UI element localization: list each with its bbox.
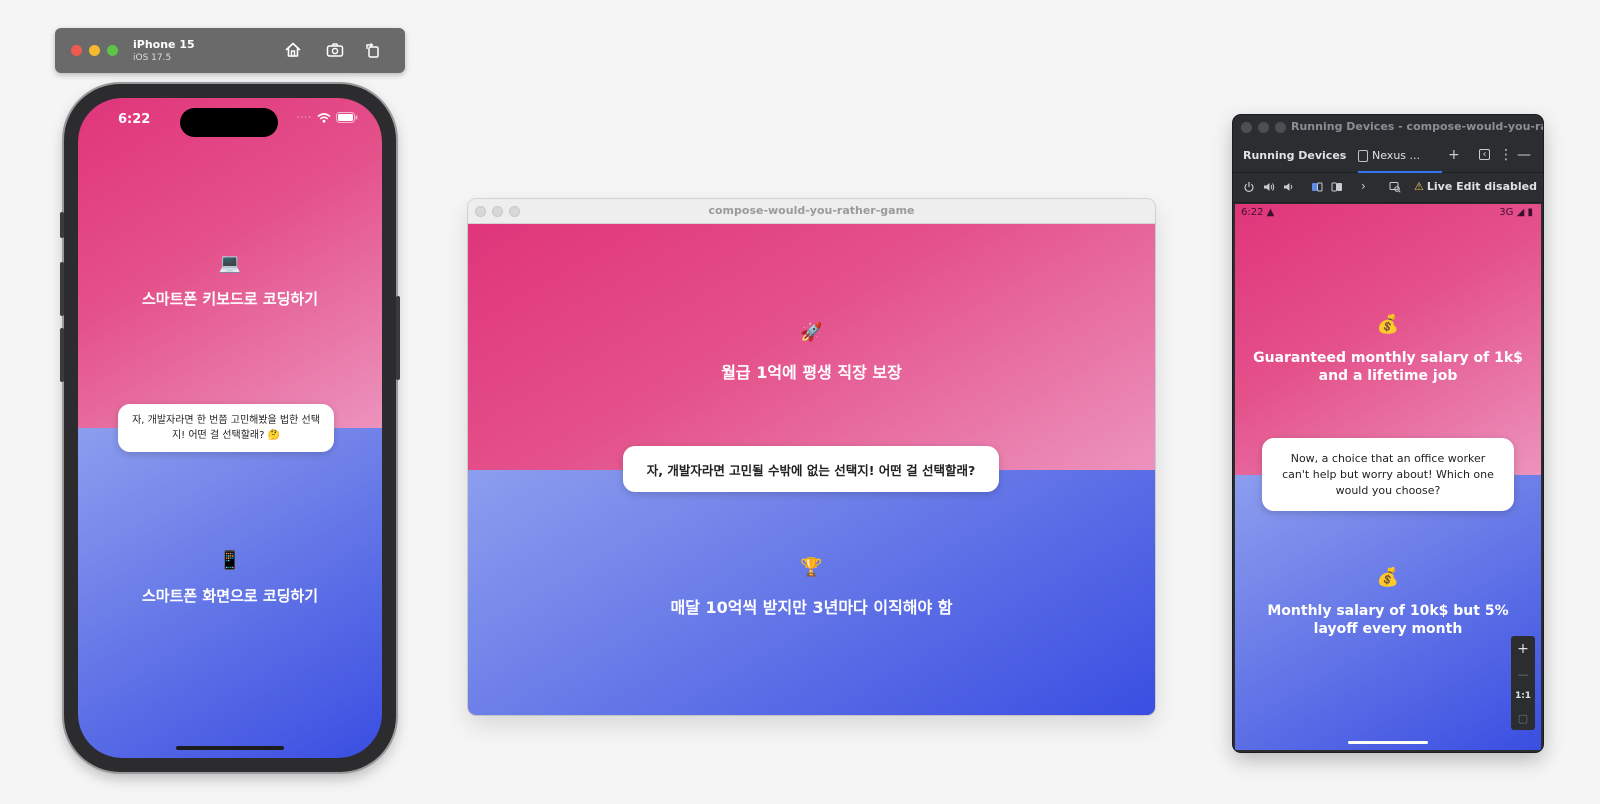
simulator-device-name: iPhone 15 — [133, 38, 195, 51]
ios-status-icons: ···· — [297, 112, 358, 123]
option-b-pane[interactable]: 🏆 매달 10억씩 받지만 3년마다 이직해야 함 — [468, 470, 1155, 715]
zoom-controls: + — 1:1 ▢ — [1511, 636, 1535, 730]
rotate-right-icon[interactable] — [1331, 181, 1343, 193]
device-tab-nexus[interactable]: Nexus ... — [1358, 139, 1442, 173]
close-window-button[interactable] — [71, 45, 82, 56]
device-toolbar: › ⚠ Live Edit disabled — [1233, 173, 1543, 203]
option-b-text: Monthly salary of 10k$ but 5% layoff eve… — [1267, 603, 1509, 637]
alert-icon: ▲ — [1266, 207, 1275, 218]
option-b-emoji: 🏆 — [800, 557, 823, 578]
option-a-emoji: 🚀 — [800, 321, 823, 343]
zoom-window-button[interactable] — [1275, 122, 1286, 133]
add-device-icon[interactable]: + — [1448, 147, 1460, 163]
iphone-frame: 6:22 ···· 💻 스마트폰 키보드로 코딩하기 📱 스마트폰 화면으로 코… — [60, 84, 400, 772]
wifi-icon — [317, 112, 331, 123]
android-studio-window: Running Devices - compose-would-you-rat.… — [1233, 115, 1543, 752]
zoom-in-icon[interactable]: + — [1517, 641, 1529, 657]
home-indicator[interactable] — [176, 746, 284, 750]
dynamic-island — [180, 108, 278, 137]
minimize-panel-icon[interactable]: — — [1517, 147, 1531, 163]
zoom-actual-size-button[interactable]: 1:1 — [1515, 691, 1531, 701]
option-a-text: 월급 1억에 평생 직장 보장 — [721, 362, 902, 382]
volume-down-icon[interactable] — [1283, 181, 1295, 193]
battery-icon — [336, 112, 358, 123]
option-a-pane[interactable]: 💰 Guaranteed monthly salary of 1k$ and a… — [1235, 204, 1541, 475]
device-tab-label: Nexus ... — [1372, 149, 1421, 162]
android-studio-window-title: Running Devices - compose-would-you-rat.… — [1291, 120, 1543, 133]
option-b-pane[interactable]: 💰 Monthly salary of 10k$ but 5% layoff e… — [1235, 475, 1541, 750]
phone-screen: 6:22 ···· 💻 스마트폰 키보드로 코딩하기 📱 스마트폰 화면으로 코… — [78, 98, 382, 758]
zoom-window-button[interactable] — [509, 206, 520, 217]
network-type: 3G — [1499, 207, 1514, 218]
simulator-os-version: iOS 17.5 — [133, 53, 172, 63]
home-icon[interactable] — [283, 40, 303, 60]
desktop-window-title: compose-would-you-rather-game — [708, 204, 915, 217]
warning-icon: ⚠ — [1414, 180, 1424, 193]
question-bubble: 자, 개발자라면 고민될 수밖에 없는 선택지! 어떤 걸 선택할래? — [623, 446, 999, 492]
cellular-dots-icon: ···· — [296, 112, 312, 123]
close-window-button[interactable] — [475, 206, 486, 217]
signal-icon: ◢ — [1516, 207, 1525, 218]
android-status-bar: 6:22 ▲ 3G ◢ ▮ — [1235, 204, 1541, 222]
device-icon — [1358, 150, 1368, 162]
layout-icon[interactable]: ‹ — [1479, 149, 1490, 160]
option-a-emoji: 💻 — [218, 253, 242, 274]
live-edit-label: Live Edit disabled — [1426, 180, 1537, 193]
option-a-text: Guaranteed monthly salary of 1k$ and a l… — [1253, 350, 1523, 384]
running-devices-tabbar: Running Devices Nexus ... + ‹ ⋮ — — [1233, 139, 1543, 173]
minimize-window-button[interactable] — [1258, 122, 1269, 133]
option-b-emoji: 💰 — [1376, 567, 1400, 588]
zoom-fit-icon[interactable]: ▢ — [1518, 712, 1528, 725]
power-icon[interactable] — [1243, 181, 1255, 193]
question-bubble: Now, a choice that an office worker can'… — [1262, 438, 1514, 511]
phone-volume-down — [60, 328, 64, 382]
live-edit-status[interactable]: ⚠ Live Edit disabled — [1414, 180, 1537, 193]
desktop-window-titlebar[interactable]: compose-would-you-rather-game — [468, 199, 1155, 224]
desktop-app-window: compose-would-you-rather-game 🚀 월급 1억에 평… — [468, 199, 1155, 715]
option-a-pane[interactable]: 🚀 월급 1억에 평생 직장 보장 — [468, 224, 1155, 470]
option-b-pane[interactable]: 📱 스마트폰 화면으로 코딩하기 — [78, 428, 382, 758]
minimize-window-button[interactable] — [492, 206, 503, 217]
rotate-left-icon[interactable] — [1311, 181, 1323, 193]
screenshot-icon[interactable] — [1389, 181, 1401, 193]
question-bubble: 자, 개발자라면 한 번쯤 고민해봤을 법한 선택지! 어떤 걸 선택할래? 🤔 — [118, 404, 334, 452]
android-studio-titlebar[interactable]: Running Devices - compose-would-you-rat.… — [1233, 115, 1543, 139]
rotate-icon[interactable] — [363, 40, 383, 60]
battery-icon: ▮ — [1527, 207, 1533, 218]
phone-power-button — [396, 296, 400, 380]
android-status-time: 6:22 — [1241, 207, 1264, 218]
volume-up-icon[interactable] — [1263, 181, 1275, 193]
option-b-text: 매달 10억씩 받지만 3년마다 이직해야 함 — [670, 598, 953, 617]
minimize-window-button[interactable] — [89, 45, 100, 56]
running-devices-label: Running Devices — [1243, 149, 1347, 162]
screenshot-icon[interactable] — [325, 40, 345, 60]
ios-status-time: 6:22 — [118, 112, 151, 127]
zoom-window-button[interactable] — [107, 45, 118, 56]
zoom-out-icon[interactable]: — — [1518, 668, 1529, 681]
option-b-emoji: 📱 — [218, 550, 242, 571]
simulator-toolbar: iPhone 15 iOS 17.5 — [55, 28, 405, 73]
phone-action-button — [60, 212, 64, 238]
close-window-button[interactable] — [1241, 122, 1252, 133]
more-options-icon[interactable]: ⋮ — [1499, 147, 1513, 163]
chevron-right-icon[interactable]: › — [1361, 179, 1373, 193]
desktop-game-area: 🚀 월급 1억에 평생 직장 보장 🏆 매달 10억씩 받지만 3년마다 이직해… — [468, 224, 1155, 715]
option-a-text: 스마트폰 키보드로 코딩하기 — [141, 290, 319, 308]
android-emulator-screen: 6:22 ▲ 3G ◢ ▮ 💰 Guaranteed monthly salar… — [1235, 204, 1541, 750]
option-a-pane[interactable]: 💻 스마트폰 키보드로 코딩하기 — [78, 98, 382, 428]
option-b-text: 스마트폰 화면으로 코딩하기 — [141, 587, 319, 605]
android-gesture-bar[interactable] — [1348, 741, 1428, 744]
option-a-emoji: 💰 — [1376, 314, 1400, 335]
phone-volume-up — [60, 262, 64, 316]
